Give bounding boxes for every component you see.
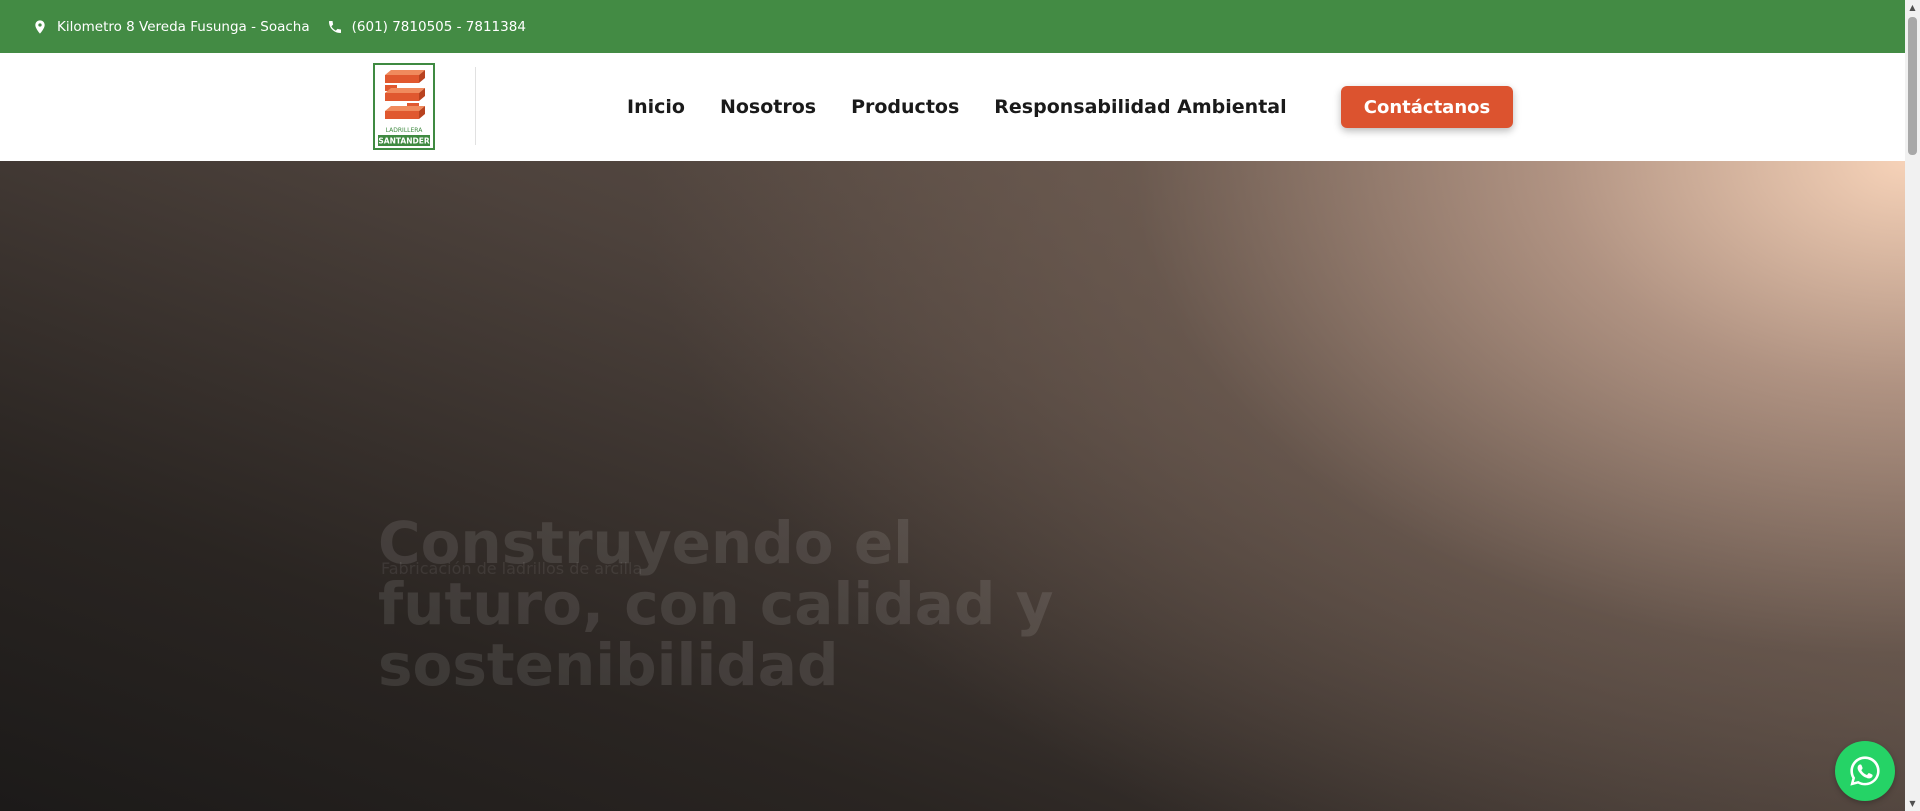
hero-banner: Fabricación de ladrillos de arcilla Cons…: [0, 161, 1905, 811]
whatsapp-button[interactable]: [1835, 741, 1895, 801]
nav-responsabilidad-ambiental[interactable]: Responsabilidad Ambiental: [994, 96, 1286, 118]
contact-button[interactable]: Contáctanos: [1341, 86, 1513, 128]
hero-title: Construyendo el futuro, con calidad y so…: [378, 509, 1054, 699]
address-text: Kilometro 8 Vereda Fusunga - Soacha: [57, 18, 310, 35]
phone-icon: [328, 20, 341, 33]
logo-line2: SANTANDER: [378, 137, 429, 146]
page-scrollbar[interactable]: ▲ ▼: [1905, 0, 1920, 811]
scroll-up-icon[interactable]: ▲: [1905, 0, 1920, 15]
main-nav: Inicio Nosotros Productos Responsabilida…: [627, 53, 1322, 161]
logo-line1: LADRILLERA: [386, 127, 424, 134]
nav-productos[interactable]: Productos: [851, 96, 959, 118]
phone-text[interactable]: (601) 7810505 - 7811384: [352, 19, 526, 35]
company-logo[interactable]: LADRILLERA SANTANDER: [373, 63, 435, 150]
site-header: LADRILLERA SANTANDER Inicio Nosotros Pro…: [0, 53, 1905, 161]
scroll-down-icon[interactable]: ▼: [1905, 796, 1920, 811]
top-info-bar: Kilometro 8 Vereda Fusunga - Soacha (601…: [0, 0, 1905, 53]
logo-divider: [475, 67, 476, 145]
location-pin-icon: [35, 19, 45, 34]
phone-info[interactable]: (601) 7810505 - 7811384: [327, 19, 526, 35]
nav-inicio[interactable]: Inicio: [627, 96, 685, 118]
scroll-thumb[interactable]: [1908, 17, 1917, 155]
brick-logo-icon: LADRILLERA SANTANDER: [378, 70, 430, 146]
page: Kilometro 8 Vereda Fusunga - Soacha (601…: [0, 0, 1920, 811]
whatsapp-icon: [1850, 756, 1880, 786]
address-info: Kilometro 8 Vereda Fusunga - Soacha: [32, 19, 310, 35]
nav-nosotros[interactable]: Nosotros: [720, 96, 816, 118]
